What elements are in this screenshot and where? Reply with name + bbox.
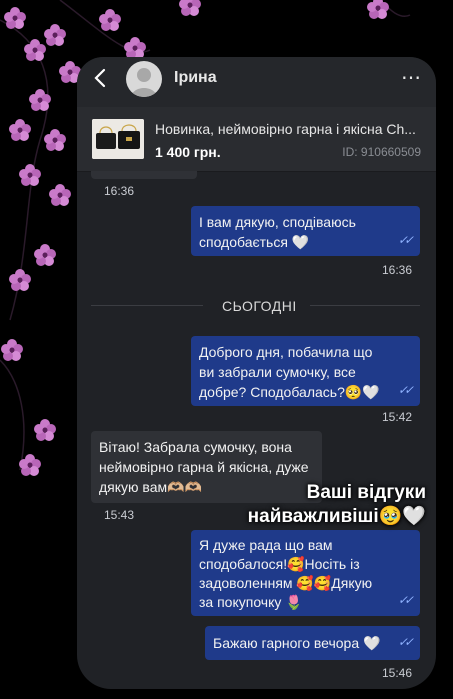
more-options-icon[interactable]: ⋯ xyxy=(401,65,422,90)
message-bubble-outgoing: І вам дякую, сподіваюсь сподобається 🤍 ✓… xyxy=(191,206,420,256)
message-bubble-outgoing: Доброго дня, побачила що ви забрали сумо… xyxy=(191,336,420,406)
chat-window: Ірина ⋯ Новинка, неймовірно гарна і якіс… xyxy=(77,57,436,689)
divider-line xyxy=(310,305,420,306)
product-card[interactable]: Новинка, неймовірно гарна і якісна Ch...… xyxy=(77,107,436,172)
message-bubble-outgoing: Я дуже рада що вам сподобалося!🥰Носіть і… xyxy=(191,530,420,616)
date-divider: СЬОГОДНІ xyxy=(222,298,297,314)
read-receipt-icon: ✓✓ xyxy=(397,383,414,397)
read-receipt-icon: ✓✓ xyxy=(397,593,414,607)
product-id: ID: 910660509 xyxy=(342,145,421,159)
overlay-caption: Ваші відгуки найважливіші🥹🤍 xyxy=(215,481,426,529)
message-time: 16:36 xyxy=(104,184,135,198)
divider-line xyxy=(91,305,203,306)
product-title: Новинка, неймовірно гарна і якісна Ch... xyxy=(155,121,416,137)
avatar[interactable] xyxy=(126,61,162,97)
message-text: І вам дякую, сподіваюсь сподобається 🤍 xyxy=(199,214,356,250)
overlay-line-1: Ваші відгуки xyxy=(306,482,426,503)
chat-header: Ірина ⋯ xyxy=(77,57,436,107)
message-time: 16:36 xyxy=(382,263,413,277)
read-receipt-icon: ✓✓ xyxy=(397,233,414,247)
product-thumbnail xyxy=(92,119,144,159)
overlay-line-2: найважливіші🥹🤍 xyxy=(247,506,426,527)
contact-name[interactable]: Ірина xyxy=(174,69,217,87)
user-avatar-icon xyxy=(131,68,157,97)
message-time: 15:42 xyxy=(382,410,413,424)
message-bubble-outgoing: Бажаю гарного вечора 🤍 ✓✓ xyxy=(205,626,420,660)
message-bubble-incoming xyxy=(91,171,197,179)
chevron-left-icon xyxy=(94,68,106,88)
message-text: Я дуже рада що вам сподобалося!🥰Носіть і… xyxy=(199,537,373,610)
read-receipt-icon: ✓✓ xyxy=(397,635,414,649)
message-time: 15:46 xyxy=(382,666,413,680)
message-text: Доброго дня, побачила що ви забрали сумо… xyxy=(199,344,380,400)
message-text: Бажаю гарного вечора 🤍 xyxy=(213,635,381,651)
product-price: 1 400 грн. xyxy=(155,144,221,160)
message-time: 15:43 xyxy=(104,508,135,522)
back-button[interactable] xyxy=(89,67,111,89)
